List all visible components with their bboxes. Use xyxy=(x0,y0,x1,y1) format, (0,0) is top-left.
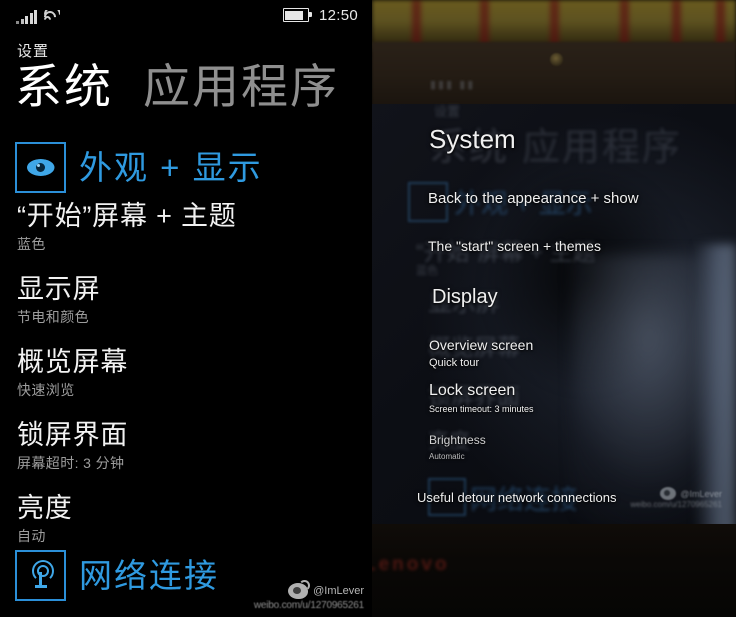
antenna-icon xyxy=(15,550,66,601)
signal-bars-icon xyxy=(16,10,37,24)
list-item[interactable]: 概览屏幕 快速浏览 xyxy=(17,346,357,401)
lenovo-logo: Lenovo xyxy=(372,554,450,575)
status-bar: 12:50 xyxy=(0,0,372,30)
weibo-logo-icon xyxy=(288,580,311,599)
list-item-subtitle: 快速浏览 xyxy=(17,381,75,398)
tab-applications[interactable]: 应用程序 xyxy=(143,62,339,112)
photo-weibo-watermark: @ImLever weibo.com/u/1270965261 xyxy=(630,487,722,509)
weibo-url: weibo.com/u/1270965261 xyxy=(253,600,364,611)
settings-list: “开始”屏幕 + 主题 蓝色 显示屏 节电和颜色 概览屏幕 快速浏览 锁屏界面 … xyxy=(17,200,357,565)
overlay-lock-screen: Lock screen xyxy=(429,382,516,399)
pivot-header: 系统 应用程序 xyxy=(15,62,339,112)
list-item-title: 亮度 xyxy=(17,492,73,523)
screenshot-root: 12:50 设置 系统 应用程序 外观 + 显示 “开始”屏幕 + 主题 蓝色 … xyxy=(0,0,736,617)
eye-icon xyxy=(15,142,66,193)
status-bar-right: 12:50 xyxy=(282,6,358,24)
ghost-item-blue: 蓝色 xyxy=(416,265,438,277)
overlay-appearance: Back to the appearance + show xyxy=(428,190,639,207)
front-camera xyxy=(550,53,563,66)
overlay-brightness: Brightness xyxy=(429,433,486,447)
tab-system[interactable]: 系统 xyxy=(15,62,113,112)
weibo-handle: @ImLever xyxy=(313,585,364,597)
list-item-title: 锁屏界面 xyxy=(17,419,129,450)
overlay-overview-screen: Overview screen xyxy=(429,337,534,353)
list-item[interactable]: 锁屏界面 屏幕超时: 3 分钟 xyxy=(17,419,357,474)
wifi-icon xyxy=(43,10,60,24)
list-item-title: 显示屏 xyxy=(17,273,101,304)
list-item[interactable]: 显示屏 节电和颜色 xyxy=(17,273,357,328)
page-title: 设置 xyxy=(17,43,50,60)
battery-full-icon xyxy=(282,8,312,22)
pane-divider xyxy=(371,0,372,617)
list-item-subtitle: 蓝色 xyxy=(17,235,46,252)
weibo-logo-icon xyxy=(660,487,677,500)
group-header-network[interactable]: 网络连接 xyxy=(15,550,219,601)
phone-ui-pane: 12:50 设置 系统 应用程序 外观 + 显示 “开始”屏幕 + 主题 蓝色 … xyxy=(0,0,372,617)
status-bar-clock: 12:50 xyxy=(318,6,358,24)
overlay-system: System xyxy=(429,124,516,154)
list-item-subtitle: 节电和颜色 xyxy=(17,308,89,325)
overlay-start-screen: The "start" screen + themes xyxy=(428,238,601,254)
ghost-tab-applications: 应用程序 xyxy=(522,127,683,169)
group-header-network-label: 网络连接 xyxy=(79,557,219,594)
ghost-status-bar: ▮▮▮ ▮▮ xyxy=(430,79,476,91)
status-bar-left xyxy=(16,6,60,24)
photo-pane: ▮▮▮ ▮▮ 设置 系统 应用程序 外观 + 显示 “开始”屏幕 + 主题 蓝色… xyxy=(372,0,736,617)
overlay-quick-tour: Quick tour xyxy=(429,357,480,369)
list-item-subtitle: 屏幕超时: 3 分钟 xyxy=(17,454,125,471)
list-item-subtitle: 自动 xyxy=(17,527,46,544)
list-item-title: “开始”屏幕 + 主题 xyxy=(17,201,237,231)
weibo-watermark: @ImLever weibo.com/u/1270965261 xyxy=(253,580,364,611)
list-item[interactable]: 亮度 自动 xyxy=(17,492,357,547)
list-item[interactable]: “开始”屏幕 + 主题 蓝色 xyxy=(17,200,357,255)
overlay-automatic: Automatic xyxy=(429,452,465,461)
weibo-handle: @ImLever xyxy=(680,488,722,499)
weibo-url: weibo.com/u/1270965261 xyxy=(630,500,722,509)
device-bezel-top xyxy=(372,42,736,108)
overlay-network-connections: Useful detour network connections xyxy=(417,490,617,505)
list-item-title: 概览屏幕 xyxy=(17,346,129,377)
overlay-screen-timeout: Screen timeout: 3 minutes xyxy=(429,404,534,414)
group-header-appearance-label: 外观 + 显示 xyxy=(79,149,263,186)
overlay-display: Display xyxy=(432,286,498,308)
group-header-appearance[interactable]: 外观 + 显示 xyxy=(15,142,263,193)
